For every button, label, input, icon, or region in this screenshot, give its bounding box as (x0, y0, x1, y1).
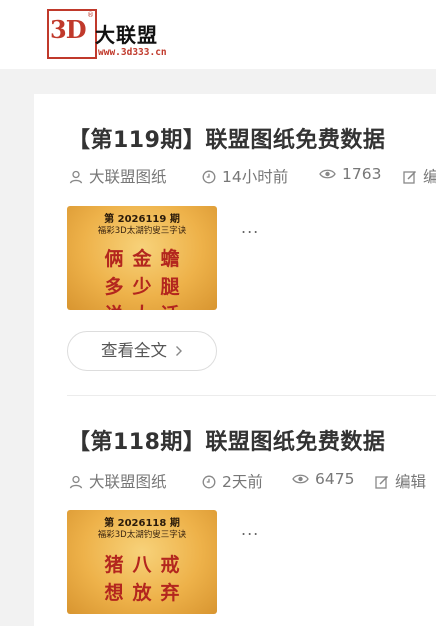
edit-icon (375, 475, 389, 489)
author-name: 大联盟图纸 (89, 168, 167, 186)
post-excerpt: ... (241, 218, 260, 237)
thumb-line-2: 多少腿 (104, 276, 189, 298)
edit-label: 编辑 (395, 473, 427, 491)
meta-edit[interactable]: 编辑 (375, 470, 426, 492)
view-count: 1763 (342, 165, 382, 183)
user-icon (69, 170, 83, 184)
meta-time: 14小时前 (202, 165, 288, 187)
meta-author[interactable]: 大联盟图纸 (69, 470, 167, 492)
thumb-line-3: 说大话 (67, 300, 217, 310)
post-time: 14小时前 (222, 168, 289, 186)
post-meta: 大联盟图纸 14小时前 1763 编 (68, 165, 436, 187)
post-excerpt: ... (241, 520, 260, 539)
thumb-line-1: 俩金蟾 (104, 248, 189, 270)
site-header: 3D ® 大联盟 www.3d333.cn (0, 0, 436, 69)
eye-icon (292, 472, 309, 486)
post-title[interactable]: 【第118期】联盟图纸免费数据 (68, 424, 385, 456)
post-meta: 大联盟图纸 2天前 6475 编辑 (68, 470, 436, 492)
logo-registered-mark: ® (87, 11, 94, 19)
user-icon (69, 475, 83, 489)
read-more-label: 查看全文 (101, 341, 167, 360)
edit-label: 编 (423, 168, 436, 186)
meta-author[interactable]: 大联盟图纸 (69, 165, 167, 187)
eye-icon (319, 167, 336, 181)
meta-views: 1763 (319, 165, 381, 183)
meta-edit[interactable]: 编 (403, 165, 436, 187)
post-divider (67, 395, 436, 396)
post-thumbnail[interactable]: 第 2026118 期 福彩3D太湖钓叟三字诀 猪八戒 想放弃 (67, 510, 217, 614)
meta-time: 2天前 (202, 470, 263, 492)
logo-mark-text: 3D (50, 15, 87, 44)
logo-name: 大联盟 (95, 23, 158, 47)
site-logo[interactable]: 3D ® 大联盟 www.3d333.cn (47, 9, 192, 61)
logo-url: www.3d333.cn (98, 47, 167, 58)
thumb-line-1: 猪八戒 (104, 554, 189, 576)
read-more-button[interactable]: 查看全文 (67, 331, 217, 371)
chevron-right-icon (175, 333, 183, 371)
post-list-card: 【第119期】联盟图纸免费数据 大联盟图纸 14小时前 1763 编 第 202… (34, 94, 436, 626)
thumb-line-2: 想放弃 (104, 582, 189, 604)
edit-icon (403, 170, 417, 184)
clock-icon (202, 475, 216, 489)
post-title[interactable]: 【第119期】联盟图纸免费数据 (68, 122, 385, 154)
author-name: 大联盟图纸 (89, 473, 167, 491)
clock-icon (202, 170, 216, 184)
thumb-issue: 第 2026119 期 (104, 214, 180, 225)
view-count: 6475 (315, 470, 355, 488)
post-thumbnail[interactable]: 第 2026119 期 福彩3D太湖钓叟三字诀 俩金蟾 多少腿 说大话 (67, 206, 217, 310)
post-time: 2天前 (222, 473, 263, 491)
thumb-issue: 第 2026118 期 (104, 518, 180, 529)
thumb-subtitle: 福彩3D太湖钓叟三字诀 (97, 226, 187, 236)
meta-views: 6475 (292, 470, 354, 488)
thumb-subtitle: 福彩3D太湖钓叟三字诀 (97, 530, 187, 540)
